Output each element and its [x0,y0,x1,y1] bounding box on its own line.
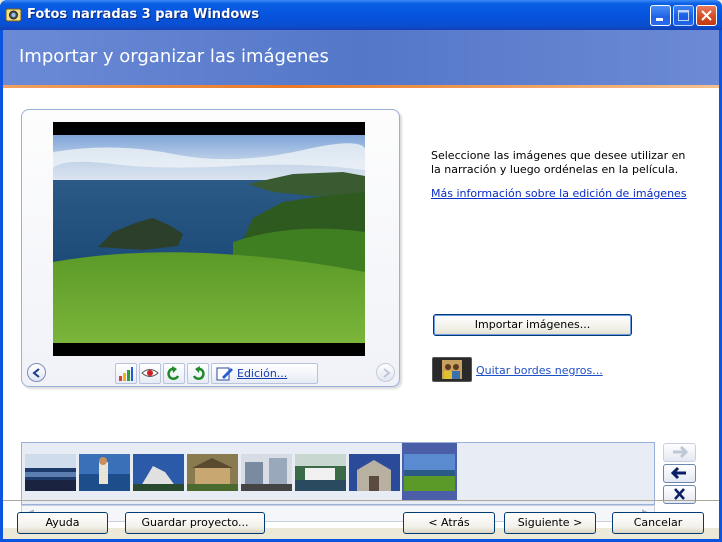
thumbnail-selected[interactable] [404,454,455,491]
move-right-button[interactable] [663,443,696,462]
wizard-header: Importar y organizar las imágenes [3,30,719,85]
rotate-left-icon [167,366,180,381]
auto-levels-icon [119,367,133,381]
footer-separator [3,500,719,501]
portrait-frame-icon [433,358,471,381]
thumbnail[interactable] [349,454,400,491]
edit-button[interactable]: Edición... [211,363,318,384]
rotate-left-button[interactable] [163,363,185,384]
instructions-text: Seleccione las imágenes que desee utiliz… [431,149,686,176]
previous-image-button[interactable] [27,363,46,382]
close-icon [701,10,712,21]
remove-image-button[interactable] [663,485,696,504]
thumbnail[interactable] [241,454,292,491]
minimize-icon [656,18,663,21]
arrow-left-icon [670,466,686,480]
rotate-right-button[interactable] [187,363,209,384]
maximize-icon [678,10,689,21]
filmstrip[interactable] [21,442,655,505]
save-project-button[interactable]: Guardar proyecto... [125,512,265,534]
thumbnail[interactable] [25,454,76,491]
move-left-button[interactable] [663,464,696,483]
cancel-button[interactable]: Cancelar [612,512,704,534]
more-info-link[interactable]: Más información sobre la edición de imág… [431,187,687,200]
help-button[interactable]: Ayuda [17,512,108,534]
red-eye-button[interactable] [139,363,161,384]
import-images-button[interactable]: Importar imágenes... [433,314,632,336]
edit-pencil-icon [216,367,233,381]
preview-image [53,122,365,356]
maximize-button[interactable] [673,5,694,26]
arrow-right-icon [673,445,689,459]
wizard-content: Edición... Seleccione las imágenes que d… [3,88,719,528]
window-title: Fotos narradas 3 para Windows [27,7,260,22]
preview-panel: Edición... [21,109,400,387]
remove-black-borders-link[interactable]: Quitar bordes negros... [476,364,603,377]
back-button[interactable]: < Atrás [403,512,495,534]
app-window: Fotos narradas 3 para Windows Importar y… [0,0,722,542]
arrow-right-icon [382,367,391,378]
auto-adjust-button[interactable] [115,363,137,384]
rotate-right-icon [192,366,205,381]
next-image-button[interactable] [376,363,395,382]
thumbnail[interactable] [79,454,130,491]
app-icon [5,8,22,22]
title-bar[interactable]: Fotos narradas 3 para Windows [0,0,722,30]
minimize-button[interactable] [650,5,671,26]
close-button[interactable] [696,5,717,26]
landscape-photo [53,122,365,356]
wizard-client-area: Importar y organizar las imágenes Edició… [3,30,719,539]
page-title: Importar y organizar las imágenes [19,46,329,67]
remove-borders-icon[interactable] [432,357,472,382]
red-eye-icon [141,369,159,377]
thumbnail[interactable] [133,454,184,491]
thumbnail[interactable] [187,454,238,491]
next-button[interactable]: Siguiente > [504,512,596,534]
thumbnail[interactable] [295,454,346,491]
arrow-left-icon [31,367,40,378]
edit-label: Edición... [237,367,288,380]
